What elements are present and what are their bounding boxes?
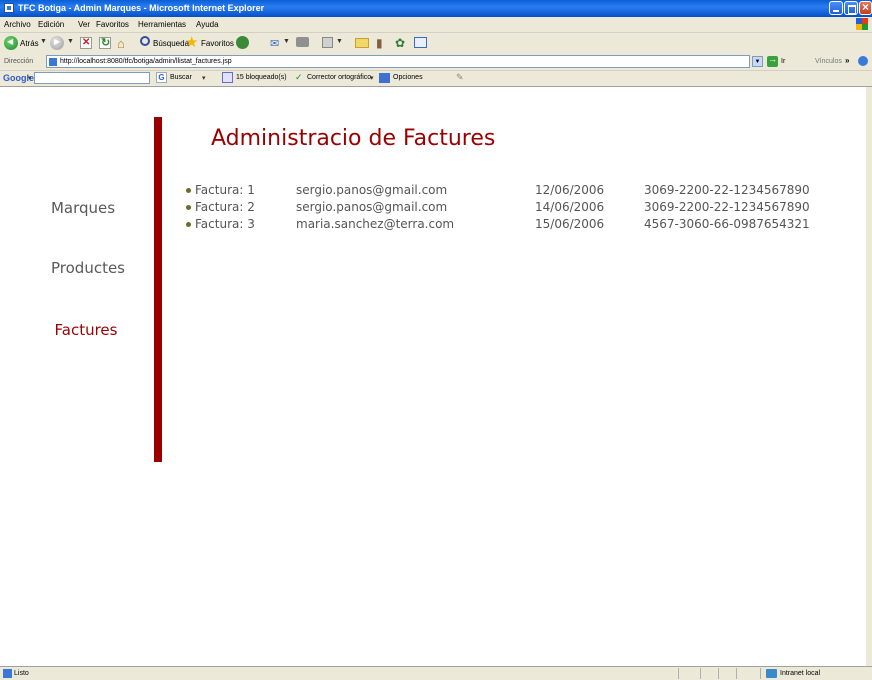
google-toolbar: Google ▾ G Buscar ▾ 15 bloqueado(s) ✓ Co… <box>0 71 872 87</box>
invoice-row: Factura: 2 sergio.panos@gmail.com 14/06/… <box>186 200 810 215</box>
search-button-label[interactable]: Búsqueda <box>153 39 189 48</box>
status-text: Listo <box>14 670 29 677</box>
security-zone-label: Intranet local <box>780 670 821 677</box>
invoice-email: sergio.panos@gmail.com <box>296 183 448 197</box>
address-url[interactable]: http://localhost:8080/tfc/botiga/admin/l… <box>60 58 232 65</box>
links-chevron-icon[interactable]: » <box>845 56 849 65</box>
mail-icon[interactable]: ✉ <box>270 37 279 50</box>
favorites-button-label[interactable]: Favoritos <box>201 39 234 48</box>
refresh-icon[interactable] <box>99 36 111 49</box>
menu-edicion[interactable]: Edición <box>38 20 64 29</box>
google-menu-dropdown-icon[interactable]: ▾ <box>28 74 32 82</box>
toolbar: Atrás ▼ ▼ ⌂ Búsqueda ★ Favoritos ✉ ▼ ▼ ▮… <box>0 33 872 55</box>
edit-icon[interactable] <box>322 37 333 48</box>
address-label: Dirección <box>4 58 34 65</box>
go-arrow-icon[interactable] <box>767 54 778 67</box>
menu-herramientas[interactable]: Herramientas <box>138 20 186 29</box>
spellcheck-icon[interactable]: ✓ <box>295 72 303 83</box>
invoice-row: Factura: 1 sergio.panos@gmail.com 12/06/… <box>186 183 810 198</box>
minimize-button[interactable] <box>829 1 843 15</box>
address-bar: Dirección http://localhost:8080/tfc/boti… <box>0 54 872 71</box>
windows-logo-icon <box>856 18 868 30</box>
spellcheck-dropdown-icon[interactable]: ▾ <box>370 74 374 82</box>
invoice-account: 3069-2200-22-1234567890 <box>644 183 810 197</box>
invoice-row: Factura: 3 maria.sanchez@terra.com 15/06… <box>186 217 810 232</box>
menu-ver[interactable]: Ver <box>78 20 90 29</box>
status-divider <box>760 668 761 679</box>
window-icon[interactable] <box>414 37 427 48</box>
page-title: Administracio de Factures <box>211 126 496 151</box>
invoice-account: 4567-3060-66-0987654321 <box>644 217 810 231</box>
ie-icon[interactable] <box>858 56 868 66</box>
menu-ayuda[interactable]: Ayuda <box>196 20 219 29</box>
history-icon[interactable] <box>236 36 249 49</box>
invoice-email: sergio.panos@gmail.com <box>296 200 448 214</box>
back-button-label[interactable]: Atrás <box>20 39 39 48</box>
go-button-label[interactable]: Ir <box>781 58 785 65</box>
ie-page-icon <box>4 3 14 13</box>
links-label[interactable]: Vínculos <box>815 58 842 65</box>
scrollbar-area[interactable] <box>866 87 872 666</box>
sidebar-divider <box>154 117 162 462</box>
sidebar-item-productes[interactable]: Productes <box>13 259 163 277</box>
status-divider <box>700 668 701 679</box>
menu-favoritos[interactable]: Favoritos <box>96 20 129 29</box>
invoice-label[interactable]: Factura: 2 <box>195 200 255 214</box>
status-divider <box>736 668 737 679</box>
window-title: TFC Botiga - Admin Marques - Microsoft I… <box>18 3 265 13</box>
invoice-date: 14/06/2006 <box>535 200 605 214</box>
close-button[interactable] <box>859 0 872 15</box>
stop-icon[interactable] <box>80 37 92 49</box>
sidebar-item-marques[interactable]: Marques <box>8 199 158 217</box>
invoice-account: 3069-2200-22-1234567890 <box>644 200 810 214</box>
status-bar: Listo Intranet local <box>0 666 872 680</box>
address-dropdown-icon[interactable]: ▼ <box>752 56 763 67</box>
invoice-date: 12/06/2006 <box>535 183 605 197</box>
research-icon[interactable]: ▮ <box>376 36 383 50</box>
menu-bar: Archivo Edición Ver Favoritos Herramient… <box>0 17 872 33</box>
window-title-bar[interactable]: TFC Botiga - Admin Marques - Microsoft I… <box>0 0 872 17</box>
invoice-label[interactable]: Factura: 3 <box>195 217 255 231</box>
google-search-input[interactable] <box>34 72 150 84</box>
popup-blocker-icon[interactable] <box>222 72 233 83</box>
status-divider <box>678 668 679 679</box>
google-search-dropdown-icon[interactable]: ▾ <box>202 74 206 82</box>
messenger-icon[interactable]: ✿ <box>395 36 405 50</box>
status-page-icon <box>3 669 12 678</box>
invoice-email: maria.sanchez@terra.com <box>296 217 455 231</box>
bullet-icon <box>186 205 191 210</box>
pencil-icon[interactable]: ✎ <box>456 72 464 83</box>
invoice-label[interactable]: Factura: 1 <box>195 183 255 197</box>
back-dropdown-icon[interactable]: ▼ <box>40 38 47 45</box>
maximize-button[interactable] <box>844 1 858 15</box>
bullet-icon <box>186 222 191 227</box>
popup-blocked-count[interactable]: 15 bloqueado(s) <box>236 74 287 81</box>
sidebar-item-factures[interactable]: Factures <box>11 321 161 339</box>
status-divider <box>718 668 719 679</box>
intranet-zone-icon <box>766 669 777 678</box>
mail-dropdown-icon[interactable]: ▼ <box>283 38 290 45</box>
menu-archivo[interactable]: Archivo <box>4 20 31 29</box>
page-icon <box>49 58 57 66</box>
address-input[interactable]: http://localhost:8080/tfc/botiga/admin/l… <box>46 55 750 68</box>
options-button[interactable]: Opciones <box>393 74 423 81</box>
forward-dropdown-icon[interactable]: ▼ <box>67 38 74 45</box>
invoice-date: 15/06/2006 <box>535 217 605 231</box>
bullet-icon <box>186 188 191 193</box>
back-arrow-icon[interactable] <box>4 36 18 50</box>
print-icon[interactable] <box>296 37 309 47</box>
forward-arrow-icon[interactable] <box>50 36 64 50</box>
spellcheck-button[interactable]: Corrector ortográfico <box>307 74 371 81</box>
search-icon[interactable] <box>140 36 150 46</box>
home-icon[interactable]: ⌂ <box>117 36 125 51</box>
google-g-icon[interactable]: G <box>156 72 167 83</box>
page-content: Marques Productes Factures Administracio… <box>0 87 867 666</box>
folder-icon[interactable] <box>355 38 369 48</box>
google-search-button[interactable]: Buscar <box>170 74 192 81</box>
edit-dropdown-icon[interactable]: ▼ <box>336 38 343 45</box>
favorites-star-icon[interactable]: ★ <box>185 33 198 51</box>
options-icon[interactable] <box>379 73 390 83</box>
